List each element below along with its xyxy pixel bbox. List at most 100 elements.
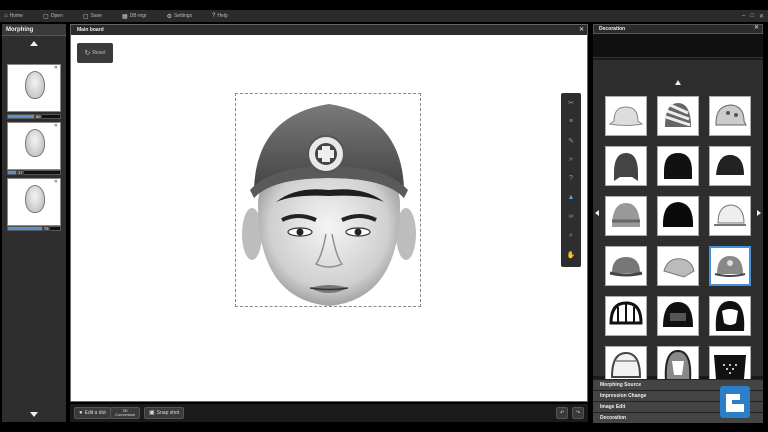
deco-full-face-helmet[interactable] bbox=[709, 296, 751, 336]
morph-slider-3[interactable]: 75 bbox=[7, 226, 61, 231]
ear-flap-hat-icon bbox=[614, 153, 638, 181]
redo-button[interactable]: ↷ bbox=[572, 407, 585, 419]
menu-open[interactable]: ▢ Open bbox=[43, 13, 63, 20]
deco-striped-beanie[interactable] bbox=[657, 96, 699, 136]
bucket-hat-icon bbox=[608, 106, 644, 126]
scroll-right-arrow-icon[interactable] bbox=[757, 210, 761, 216]
deco-knit-beanie[interactable] bbox=[605, 196, 647, 236]
hat-icon[interactable]: ▲ bbox=[561, 188, 581, 207]
morph-face-thumb-1[interactable]: ✕ bbox=[7, 64, 61, 112]
morph-face-thumb-3[interactable]: ✕ bbox=[7, 178, 61, 226]
arrow-icon[interactable]: » bbox=[561, 150, 581, 169]
scroll-up-arrow-icon[interactable] bbox=[675, 80, 681, 85]
edit-dot-button[interactable]: ● Edit a dot bbox=[74, 407, 111, 419]
menu-save[interactable]: ▢ Save bbox=[83, 13, 102, 20]
deco-black-fur-hat[interactable] bbox=[657, 196, 699, 236]
glasses-icon[interactable]: ∞ bbox=[561, 207, 581, 226]
pen-icon[interactable]: ✎ bbox=[561, 131, 581, 150]
decoration-grid bbox=[593, 60, 763, 386]
3d-conversion-button[interactable]: 3D Conversion bbox=[110, 407, 141, 419]
close-icon[interactable]: ✕ bbox=[54, 179, 58, 185]
home-icon: ⌂ bbox=[4, 13, 8, 19]
close-icon[interactable]: ✕ bbox=[54, 123, 58, 129]
lines-icon[interactable]: ≡ bbox=[561, 112, 581, 131]
striped-beanie-icon bbox=[665, 103, 691, 127]
grid-icon: ▦ bbox=[121, 13, 128, 20]
face-thumbnail bbox=[25, 129, 45, 157]
decoration-panel: Decoration ✕ Morphing Source Impression … bbox=[593, 24, 763, 423]
scissors-icon[interactable]: ✂ bbox=[561, 93, 581, 112]
black-helmet-icon bbox=[663, 302, 693, 327]
scroll-down-arrow-icon[interactable] bbox=[30, 412, 38, 417]
reset-icon: ↻ bbox=[84, 50, 91, 57]
decoration-filter-bar[interactable] bbox=[593, 34, 763, 58]
main-board-bottom-bar: ● Edit a dot 3D Conversion ▣ Snap shot ↶… bbox=[70, 404, 588, 422]
black-beanie-icon bbox=[716, 154, 744, 175]
deco-tilted-cap[interactable] bbox=[657, 246, 699, 286]
search-icon[interactable]: ⌕ bbox=[561, 226, 581, 245]
main-board-title: Main board bbox=[77, 27, 104, 33]
reset-button[interactable]: ↻ Reset bbox=[77, 43, 113, 63]
black-fur-hat-icon bbox=[662, 202, 694, 227]
tool-strip: ✂ ≡ ✎ » ? ▲ ∞ ⌕ ✋ bbox=[561, 93, 581, 267]
minimize-button[interactable]: – bbox=[742, 13, 745, 19]
close-icon[interactable]: ✕ bbox=[579, 26, 584, 33]
redo-icon: ↷ bbox=[576, 409, 581, 416]
morph-slider-1[interactable]: 50 bbox=[7, 114, 61, 119]
close-window-button[interactable]: ✕ bbox=[759, 13, 764, 20]
baseball-cap-icon bbox=[609, 257, 643, 277]
knit-beanie-icon bbox=[612, 203, 640, 227]
camera-icon: ▣ bbox=[149, 410, 155, 416]
slider-value: 75 bbox=[42, 226, 51, 231]
deco-bucket-hat[interactable] bbox=[605, 96, 647, 136]
hand-icon[interactable]: ✋ bbox=[561, 245, 581, 264]
composite-face-canvas[interactable] bbox=[235, 93, 421, 307]
composite-face-image bbox=[242, 104, 416, 306]
deco-black-beanie[interactable] bbox=[709, 146, 751, 186]
menu-db-mgr[interactable]: ▦ DB mgr bbox=[122, 13, 147, 20]
dot-icon: ● bbox=[79, 410, 83, 416]
slider-value: 17 bbox=[16, 170, 25, 175]
maximize-button[interactable]: □ bbox=[750, 13, 754, 19]
deco-cap-with-emblem[interactable] bbox=[709, 246, 751, 286]
morphing-panel: Morphing ✕ 50 ✕ 17 ✕ 75 bbox=[2, 24, 66, 422]
morphing-title: Morphing bbox=[2, 24, 66, 36]
bike-helmet-icon bbox=[609, 301, 643, 325]
black-ear-flap-hat-icon bbox=[664, 153, 692, 179]
undo-button[interactable]: ↶ bbox=[556, 407, 569, 419]
scroll-up-arrow-icon[interactable] bbox=[30, 41, 38, 46]
decoration-title: Decoration bbox=[599, 26, 626, 32]
full-face-helmet-icon bbox=[715, 301, 745, 331]
deco-black-ear-flap-hat[interactable] bbox=[657, 146, 699, 186]
deco-ear-flap-hat[interactable] bbox=[605, 146, 647, 186]
menu-home[interactable]: ⌂ Home bbox=[4, 13, 23, 19]
white-cap-icon bbox=[714, 204, 746, 226]
face-thumbnail bbox=[25, 185, 45, 213]
deco-black-helmet[interactable] bbox=[657, 296, 699, 336]
scroll-left-arrow-icon[interactable] bbox=[595, 210, 599, 216]
deco-baseball-cap[interactable] bbox=[605, 246, 647, 286]
top-menu-bar: ⌂ Home ▢ Open ▢ Save ▦ DB mgr ⚙ Settings ? Hel… bbox=[0, 10, 768, 22]
question-icon[interactable]: ? bbox=[561, 169, 581, 188]
app-logo bbox=[720, 386, 750, 418]
logo-icon bbox=[720, 386, 750, 418]
deco-white-cap[interactable] bbox=[709, 196, 751, 236]
tilted-cap-icon bbox=[663, 258, 695, 278]
menu-settings[interactable]: ⚙ Settings bbox=[167, 13, 192, 20]
menu-help[interactable]: ? Help bbox=[212, 13, 228, 19]
morph-face-thumb-2[interactable]: ✕ bbox=[7, 122, 61, 170]
save-icon: ▢ bbox=[82, 13, 89, 20]
snapshot-button[interactable]: ▣ Snap shot bbox=[144, 407, 185, 419]
patterned-cap-icon bbox=[715, 104, 747, 126]
morph-slider-2[interactable]: 17 bbox=[7, 170, 61, 175]
close-icon[interactable]: ✕ bbox=[54, 65, 58, 71]
slider-fill bbox=[8, 115, 34, 118]
main-board-panel: Main board ✕ ↻ Reset ✂ ≡ ✎ » ? ▲ ∞ ⌕ ✋ bbox=[70, 24, 588, 402]
deco-patterned-cap[interactable] bbox=[709, 96, 751, 136]
cap-with-emblem-icon bbox=[714, 256, 746, 277]
deco-bike-helmet[interactable] bbox=[605, 296, 647, 336]
undo-icon: ↶ bbox=[560, 409, 565, 416]
window-controls: – □ ✕ bbox=[742, 10, 764, 22]
face-thumbnail bbox=[25, 71, 45, 99]
close-icon[interactable]: ✕ bbox=[754, 24, 759, 31]
